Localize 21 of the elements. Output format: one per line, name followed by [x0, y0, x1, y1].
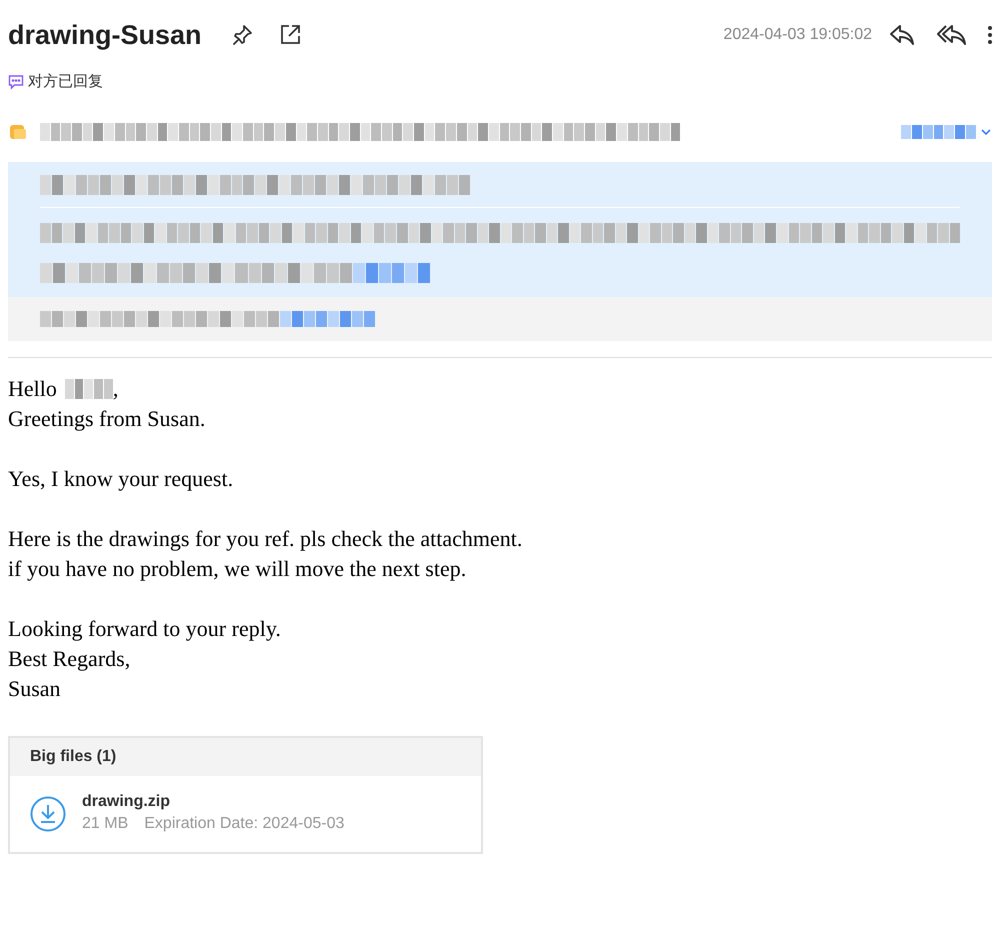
greeting-text: Hello [8, 375, 57, 403]
body-line: Yes, I know your request. [8, 465, 234, 493]
email-subject: drawing-Susan [8, 18, 202, 52]
reply-status: 对方已回复 [28, 72, 103, 92]
big-files-title: Big files (1) [10, 738, 481, 776]
more-icon[interactable] [988, 25, 992, 45]
body-line: if you have no problem, we will move the next step. [8, 555, 468, 583]
pixelated-text [64, 379, 113, 399]
file-size: 21 MB [82, 814, 128, 834]
body-line: Greetings from Susan. [8, 405, 206, 433]
sender-icon [8, 122, 28, 142]
chat-bubble-icon [8, 74, 24, 90]
file-name[interactable]: drawing.zip [82, 792, 344, 812]
body-line: Susan [8, 675, 62, 703]
body-line: Looking forward to your reply. [8, 615, 282, 643]
body-line: Best Regards, [8, 645, 132, 673]
expiration-date: Expiration Date: 2024-05-03 [144, 814, 344, 834]
greeting-punctuation: , [112, 375, 118, 403]
email-datetime: 2024-04-03 19:05:02 [723, 25, 872, 45]
download-icon[interactable] [30, 796, 66, 832]
body-line: Here is the drawings for you ref. pls check the attachment. [8, 525, 524, 553]
